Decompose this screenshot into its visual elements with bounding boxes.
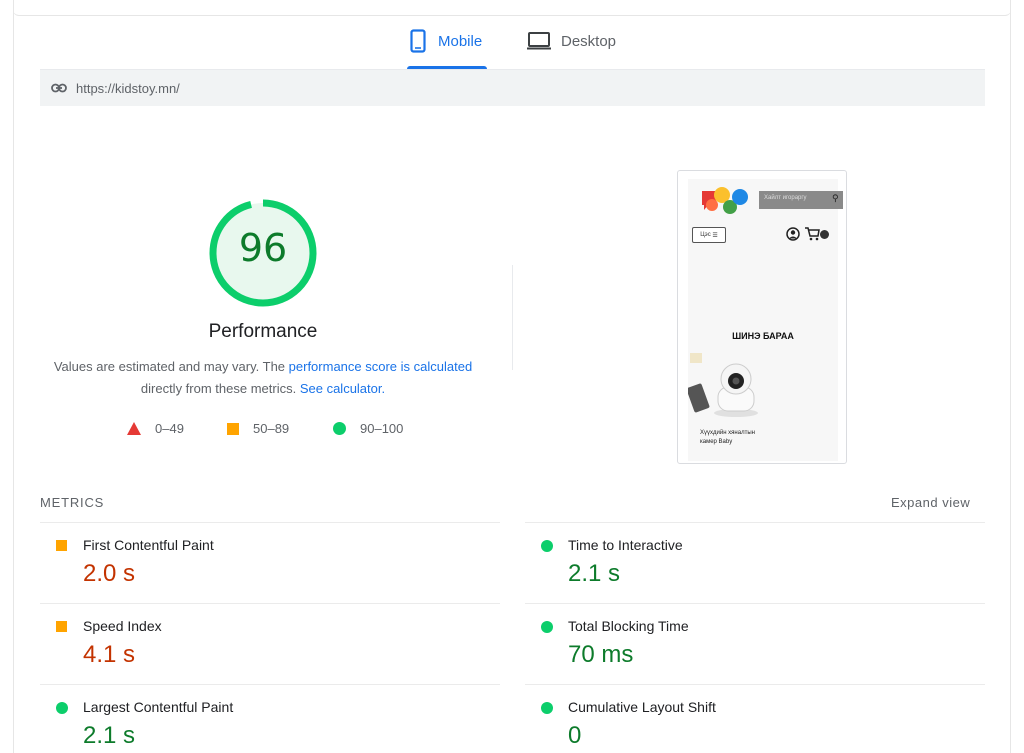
report-frame-top [13, 0, 1011, 16]
metric-total-blocking-time: Total Blocking Time 70 ms [525, 603, 985, 684]
product-camera-image [688, 353, 758, 417]
tab-desktop-label: Desktop [561, 33, 617, 50]
thumbnail-menu-button: Цэс ☰ [692, 227, 726, 243]
pass-circle-icon [541, 621, 553, 633]
metric-value: 0 [568, 722, 582, 749]
legend-fail-label: 0–49 [155, 421, 184, 436]
desc-text-1: Values are estimated and may vary. The [53, 359, 289, 374]
expand-view-button[interactable]: Expand view [891, 495, 970, 510]
metric-value: 70 ms [568, 641, 634, 668]
metric-label: First Contentful Paint [83, 537, 214, 553]
metric-value: 2.1 s [568, 560, 621, 587]
cart-icon [805, 227, 820, 241]
pass-circle-icon [333, 422, 346, 435]
legend-pass-label: 90–100 [360, 421, 404, 436]
legend-average: 50–89 [227, 421, 289, 436]
performance-title: Performance [208, 321, 318, 342]
thumbnail-menu-label: Цэс [700, 232, 711, 238]
metric-cumulative-layout-shift: Cumulative Layout Shift 0 [525, 684, 985, 753]
average-square-icon [56, 621, 67, 632]
page-screenshot-thumbnail: Хайлт игораргу ⚲ Цэс ☰ ШИНЭ БАРАА Хүүхди… [677, 170, 847, 464]
fail-triangle-icon [127, 422, 141, 435]
pass-circle-icon [541, 540, 553, 552]
metric-label: Cumulative Layout Shift [568, 699, 716, 715]
laptop-icon [526, 28, 552, 54]
average-square-icon [227, 422, 239, 435]
legend-pass: 90–100 [333, 421, 403, 436]
link-icon [51, 79, 69, 97]
legend-average-label: 50–89 [253, 421, 290, 436]
performance-score-value: 96 [238, 226, 288, 270]
metric-first-contentful-paint: First Contentful Paint 2.0 s [40, 522, 500, 603]
user-icon [786, 227, 800, 241]
metric-label: Speed Index [83, 618, 162, 634]
metric-label: Largest Contentful Paint [83, 699, 234, 715]
metric-largest-contentful-paint: Largest Contentful Paint 2.1 s [40, 684, 500, 753]
metric-speed-index: Speed Index 4.1 s [40, 603, 500, 684]
metric-label: Total Blocking Time [568, 618, 689, 634]
metric-time-to-interactive: Time to Interactive 2.1 s [525, 522, 985, 603]
thumbnail-search-icon: ⚲ [832, 193, 839, 203]
thumbnail-search-placeholder: Хайлт игораргу [764, 195, 807, 201]
thumbnail-section-title: ШИНЭ БАРАА [732, 331, 794, 341]
metrics-heading: METRICS [40, 495, 105, 510]
average-square-icon [56, 540, 67, 551]
tab-mobile-label: Mobile [438, 33, 483, 50]
thumbnail-product-name: Хүүхдийн хяналтын камер Baby [700, 430, 755, 445]
url-bar: https://kidstoy.mn/ [40, 70, 985, 106]
vertical-divider [512, 265, 513, 370]
tab-desktop[interactable]: Desktop [526, 28, 626, 68]
metric-label: Time to Interactive [568, 537, 683, 553]
metric-value: 2.0 s [83, 560, 136, 587]
score-calculated-link[interactable]: performance score is calculated [289, 359, 473, 374]
tab-mobile[interactable]: Mobile [407, 28, 488, 68]
desc-text-2: directly from these metrics. [140, 381, 300, 396]
tested-url-link[interactable]: https://kidstoy.mn/ [76, 81, 180, 96]
pass-circle-icon [56, 702, 68, 714]
phone-icon [407, 28, 429, 54]
performance-description: Values are estimated and may vary. The p… [40, 356, 486, 400]
see-calculator-link[interactable]: See calculator. [300, 381, 385, 396]
legend-fail: 0–49 [127, 421, 184, 436]
kids-logo-icon [702, 187, 748, 214]
cart-badge [820, 230, 829, 239]
metric-value: 2.1 s [83, 722, 136, 749]
metric-value: 4.1 s [83, 641, 136, 668]
pass-circle-icon [541, 702, 553, 714]
